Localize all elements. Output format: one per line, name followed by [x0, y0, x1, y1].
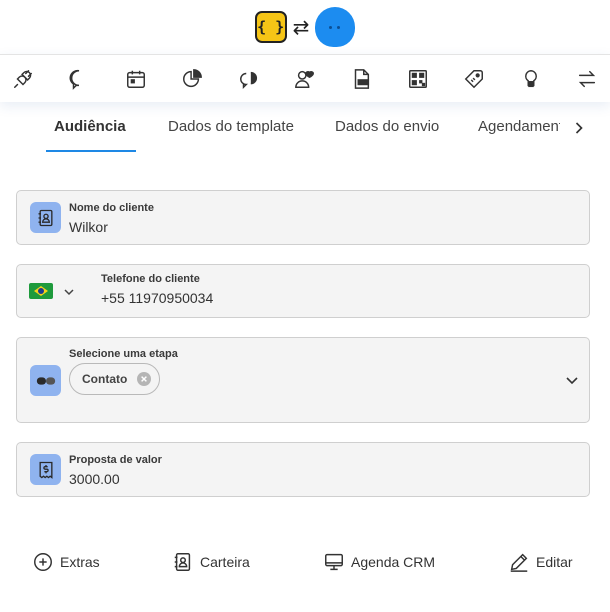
- pencil-icon: [510, 553, 528, 572]
- contact-book-icon: [174, 553, 191, 571]
- stage-select-label: Selecione uma etapa: [69, 348, 178, 360]
- client-phone-value: +55 11970950034: [101, 290, 214, 306]
- chevron-down-icon[interactable]: [63, 285, 75, 297]
- document-icon[interactable]: [350, 68, 372, 90]
- client-phone-label: Telefone do cliente: [101, 273, 200, 285]
- toggle-stage-icon: [30, 365, 61, 396]
- wallet-label: Carteira: [200, 554, 250, 570]
- contact-book-icon: [30, 202, 61, 233]
- stage-chip: Contato: [69, 363, 161, 395]
- edit-button[interactable]: Editar: [508, 546, 573, 578]
- client-name-label: Nome do cliente: [69, 202, 154, 214]
- agenda-crm-button[interactable]: Agenda CRM: [323, 546, 435, 578]
- brazil-flag-icon[interactable]: [29, 283, 53, 299]
- client-phone-field[interactable]: Telefone do cliente +55 11970950034: [16, 264, 590, 318]
- transfer-icon[interactable]: [576, 68, 598, 90]
- lightbulb-icon[interactable]: [520, 68, 542, 90]
- close-icon[interactable]: [137, 372, 152, 386]
- stage-select-field[interactable]: Selecione uma etapa Contato: [16, 337, 590, 423]
- active-tab-indicator: [46, 150, 136, 152]
- calendar-icon[interactable]: [125, 68, 147, 90]
- blue-mascot-icon: [315, 7, 356, 47]
- wallet-button[interactable]: Carteira: [172, 546, 250, 578]
- plus-circle-icon: [34, 553, 52, 571]
- bracket-logo-icon: { }: [254, 11, 287, 43]
- tab-dados-do-template[interactable]: Dados do template: [168, 118, 294, 135]
- app-header: { } ⇄: [0, 0, 610, 54]
- extras-label: Extras: [60, 554, 100, 570]
- value-proposal-field[interactable]: Proposta de valor 3000.00: [16, 442, 590, 497]
- extras-button[interactable]: Extras: [32, 546, 100, 578]
- monitor-icon: [325, 553, 343, 571]
- pie-chart-icon[interactable]: [181, 68, 203, 90]
- users-heart-icon[interactable]: [294, 68, 316, 90]
- tag-icon[interactable]: [463, 68, 485, 90]
- stage-chip-label: Contato: [82, 372, 128, 386]
- tab-dados-do-envio[interactable]: Dados do envio: [335, 118, 439, 135]
- chevron-down-icon[interactable]: [565, 374, 579, 386]
- plug-icon[interactable]: [12, 68, 34, 90]
- edit-label: Editar: [536, 554, 573, 570]
- chat-bubble-icon[interactable]: [68, 68, 90, 90]
- bottom-actions: Extras Carteira Agenda CRM Editar: [0, 546, 610, 578]
- value-proposal-value: 3000.00: [69, 471, 120, 487]
- toolbar: [0, 54, 610, 102]
- messages-icon[interactable]: [238, 68, 260, 90]
- chevron-right-icon[interactable]: [570, 118, 588, 138]
- agenda-crm-label: Agenda CRM: [351, 554, 436, 570]
- receipt-dollar-icon: [30, 454, 61, 485]
- client-name-value: Wilkor: [69, 219, 108, 235]
- tab-bar: Audiência Dados do template Dados do env…: [0, 104, 610, 152]
- tab-agendamento[interactable]: Agendamento: [478, 118, 560, 135]
- value-proposal-label: Proposta de valor: [69, 454, 162, 466]
- qr-code-icon[interactable]: [407, 68, 429, 90]
- tab-audiencia[interactable]: Audiência: [54, 118, 126, 135]
- swap-arrows-icon: ⇄: [292, 16, 310, 39]
- client-name-field[interactable]: Nome do cliente Wilkor: [16, 190, 590, 245]
